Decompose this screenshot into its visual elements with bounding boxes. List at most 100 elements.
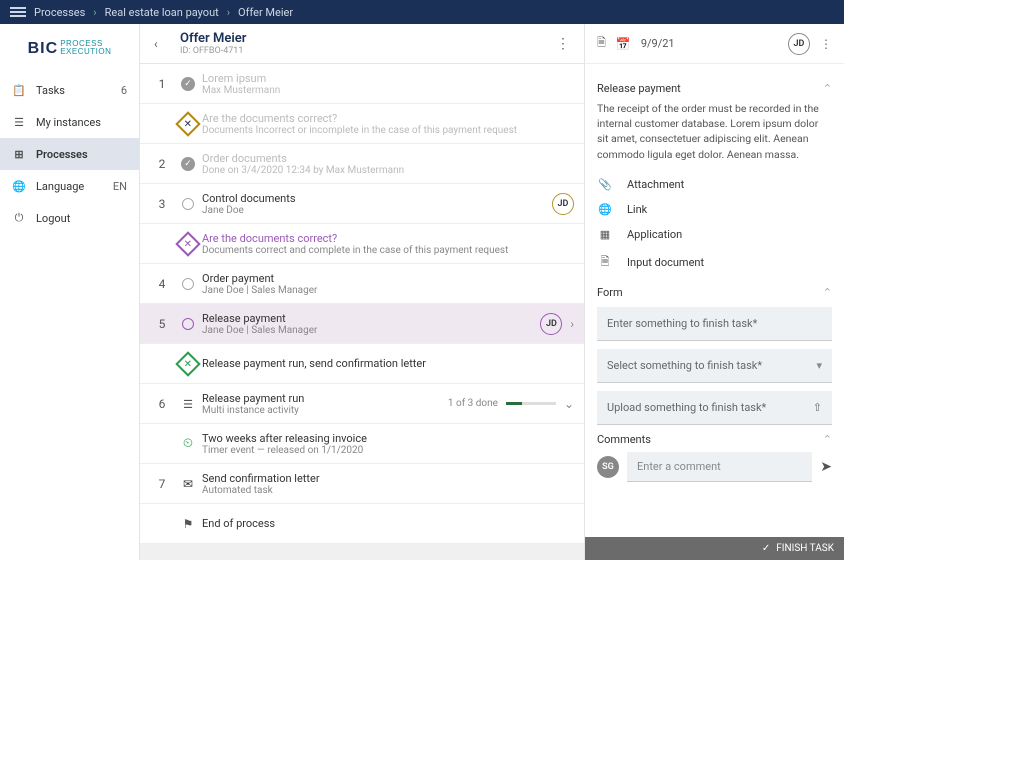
text-input[interactable]: Enter something to finish task*	[597, 307, 832, 341]
end-of-process: End of process	[140, 504, 584, 544]
chevron-right-icon: ›	[227, 6, 230, 19]
diamond-icon: ✕	[175, 351, 200, 376]
step-4[interactable]: 4 Order payment Jane Doe | Sales Manager	[140, 264, 584, 304]
avatar: JD	[540, 313, 562, 335]
sidebar-item-processes[interactable]: ⊞ Processes	[0, 138, 139, 170]
form-section-label: Form	[597, 286, 623, 299]
avatar[interactable]: JD	[788, 33, 810, 55]
comments-section-label: Comments	[597, 433, 651, 446]
breadcrumb-1[interactable]: Processes	[34, 6, 85, 19]
steps-list: 1 Lorem ipsum Max Mustermann ✕ Are the d…	[140, 64, 584, 560]
info-attachment[interactable]: 📎 Attachment	[597, 172, 832, 197]
progress-bar	[506, 402, 556, 405]
circle-icon	[182, 278, 194, 290]
upload-input[interactable]: Upload something to finish task* ⇧	[597, 391, 832, 425]
detail-body: Release payment ⌃ The receipt of the ord…	[585, 64, 844, 537]
collapse-icon[interactable]: ⌃	[823, 433, 832, 446]
gateway-2[interactable]: ✕ Are the documents correct? Documents c…	[140, 224, 584, 264]
breadcrumb-2[interactable]: Real estate loan payout	[105, 6, 219, 19]
finish-task-button[interactable]: ✓ FINISH TASK	[585, 537, 844, 560]
menu-icon[interactable]	[10, 7, 26, 17]
sidebar-item-language[interactable]: 🌐 Language EN	[0, 170, 139, 202]
diamond-icon: ✕	[175, 111, 200, 136]
sidebar-item-tasks[interactable]: 📋 Tasks 6	[0, 74, 139, 106]
attachment-icon: 📎	[597, 178, 613, 191]
gateway-3[interactable]: ✕ Release payment run, send confirmation…	[140, 344, 584, 384]
center-panel: ‹ Offer Meier ID: OFFBO-4711 ⋮ 1 Lorem i…	[140, 24, 584, 560]
circle-icon	[182, 318, 194, 330]
detail-header: 📅 9/9/21 JD ⋮	[585, 24, 844, 64]
center-header: ‹ Offer Meier ID: OFFBO-4711 ⋮	[140, 24, 584, 64]
globe-icon: 🌐	[597, 203, 613, 216]
nav: 📋 Tasks 6 ☰ My instances ⊞ Processes 🌐 L…	[0, 74, 139, 234]
sidebar-item-logout[interactable]: ⏻ Logout	[0, 202, 139, 234]
check-icon	[181, 157, 195, 171]
progress-label: 1 of 3 done	[448, 398, 498, 409]
description-text: The receipt of the order must be recorde…	[597, 101, 832, 162]
circle-icon	[182, 198, 194, 210]
send-button[interactable]: ➤	[820, 459, 832, 475]
avatar: SG	[597, 456, 619, 478]
nav-label: Tasks	[36, 84, 65, 97]
flag-icon	[183, 517, 194, 531]
step-5-current[interactable]: 5 Release payment Jane Doe | Sales Manag…	[140, 304, 584, 344]
check-icon	[181, 77, 195, 91]
logo: BICPROCESSEXECUTION	[0, 24, 139, 74]
page-subtitle: ID: OFFBO-4711	[180, 46, 246, 56]
document-icon: 🗎	[597, 253, 613, 272]
multi-instance-icon	[183, 397, 193, 411]
timer-icon	[183, 436, 193, 451]
tasks-count: 6	[121, 84, 127, 97]
document-icon[interactable]	[597, 34, 606, 53]
breadcrumb-3[interactable]: Offer Meier	[238, 6, 293, 19]
collapse-icon[interactable]: ⌃	[823, 286, 832, 299]
step-1[interactable]: 1 Lorem ipsum Max Mustermann	[140, 64, 584, 104]
logo-sub: PROCESSEXECUTION	[60, 40, 111, 56]
diamond-icon: ✕	[175, 231, 200, 256]
step-3[interactable]: 3 Control documents Jane Doe JD	[140, 184, 584, 224]
caret-down-icon: ▾	[816, 359, 822, 372]
select-input[interactable]: Select something to finish task* ▾	[597, 349, 832, 383]
lang-badge: EN	[113, 180, 127, 193]
upload-icon: ⇧	[813, 401, 822, 414]
detail-date: 9/9/21	[641, 37, 675, 50]
breadcrumb-bar: Processes › Real estate loan payout › Of…	[0, 0, 844, 24]
app-shell: Processes › Real estate loan payout › Of…	[0, 0, 844, 560]
mail-icon	[183, 477, 193, 491]
step-2[interactable]: 2 Order documents Done on 3/4/2020 12:34…	[140, 144, 584, 184]
globe-icon: 🌐	[12, 179, 26, 193]
list-icon: ☰	[12, 115, 26, 129]
clipboard-icon: 📋	[12, 83, 26, 97]
check-icon: ✓	[762, 543, 770, 554]
collapse-icon[interactable]: ⌃	[823, 82, 832, 95]
more-menu-button[interactable]: ⋮	[556, 36, 570, 52]
back-button[interactable]: ‹	[154, 37, 174, 51]
power-icon: ⏻	[12, 211, 26, 225]
nav-label: Processes	[36, 148, 88, 161]
logo-main: BIC	[28, 40, 59, 57]
step-6[interactable]: 6 Release payment run Multi instance act…	[140, 384, 584, 424]
section-title: Release payment	[597, 82, 681, 95]
calendar-icon: 📅	[616, 37, 631, 51]
info-link[interactable]: 🌐 Link	[597, 197, 832, 222]
detail-panel: 📅 9/9/21 JD ⋮ Release payment ⌃ The rece…	[584, 24, 844, 560]
nav-label: Logout	[36, 212, 70, 225]
sidebar: BICPROCESSEXECUTION 📋 Tasks 6 ☰ My insta…	[0, 24, 140, 560]
step-7[interactable]: 7 Send confirmation letter Automated tas…	[140, 464, 584, 504]
chevron-right-icon: ›	[93, 6, 96, 19]
page-title: Offer Meier	[180, 31, 246, 46]
chevron-right-icon: ›	[570, 317, 574, 331]
main-area: BICPROCESSEXECUTION 📋 Tasks 6 ☰ My insta…	[0, 24, 844, 560]
nav-label: My instances	[36, 116, 101, 129]
avatar: JD	[552, 193, 574, 215]
info-input-document[interactable]: 🗎 Input document	[597, 247, 832, 278]
gateway-1[interactable]: ✕ Are the documents correct? Documents I…	[140, 104, 584, 144]
timer-event[interactable]: Two weeks after releasing invoice Timer …	[140, 424, 584, 464]
more-menu-button[interactable]: ⋮	[820, 37, 832, 51]
sitemap-icon: ⊞	[12, 147, 26, 161]
chevron-down-icon[interactable]: ⌄	[564, 397, 574, 411]
comment-input[interactable]: Enter a comment	[627, 452, 812, 482]
sidebar-item-instances[interactable]: ☰ My instances	[0, 106, 139, 138]
info-application[interactable]: ▦ Application	[597, 222, 832, 247]
nav-label: Language	[36, 180, 84, 193]
